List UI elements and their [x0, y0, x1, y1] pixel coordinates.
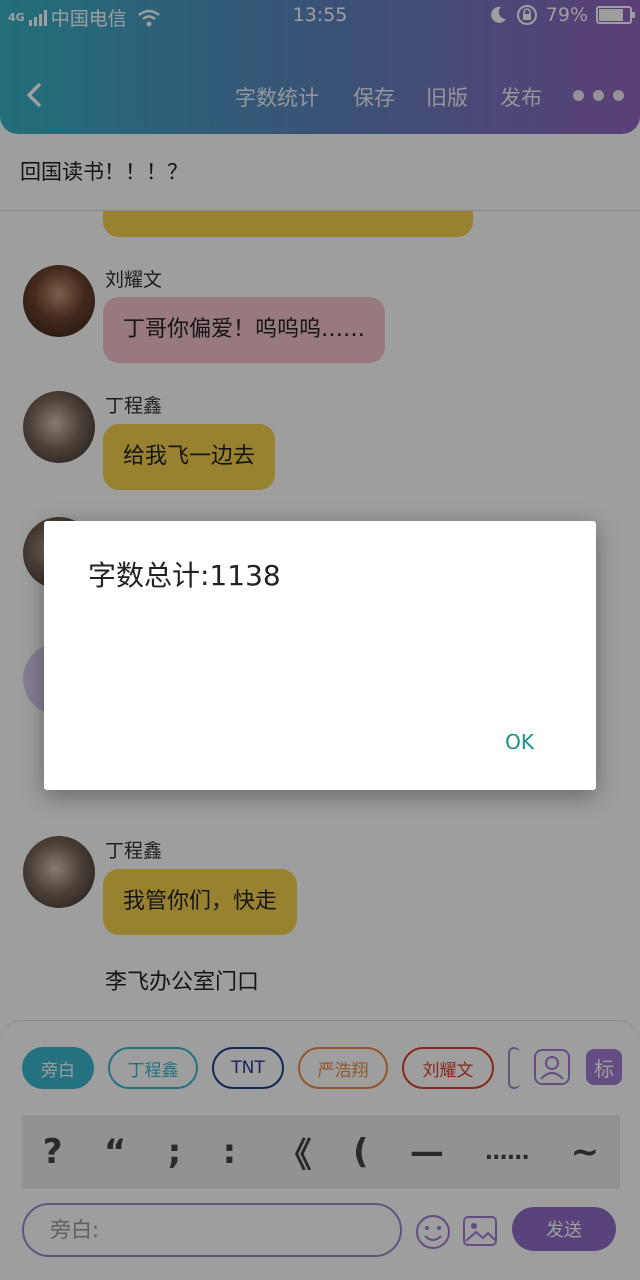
word-count-dialog: 字数总计:1138 OK — [44, 521, 596, 790]
ok-button[interactable]: OK — [505, 730, 534, 754]
dialog-message: 字数总计:1138 — [88, 559, 281, 592]
